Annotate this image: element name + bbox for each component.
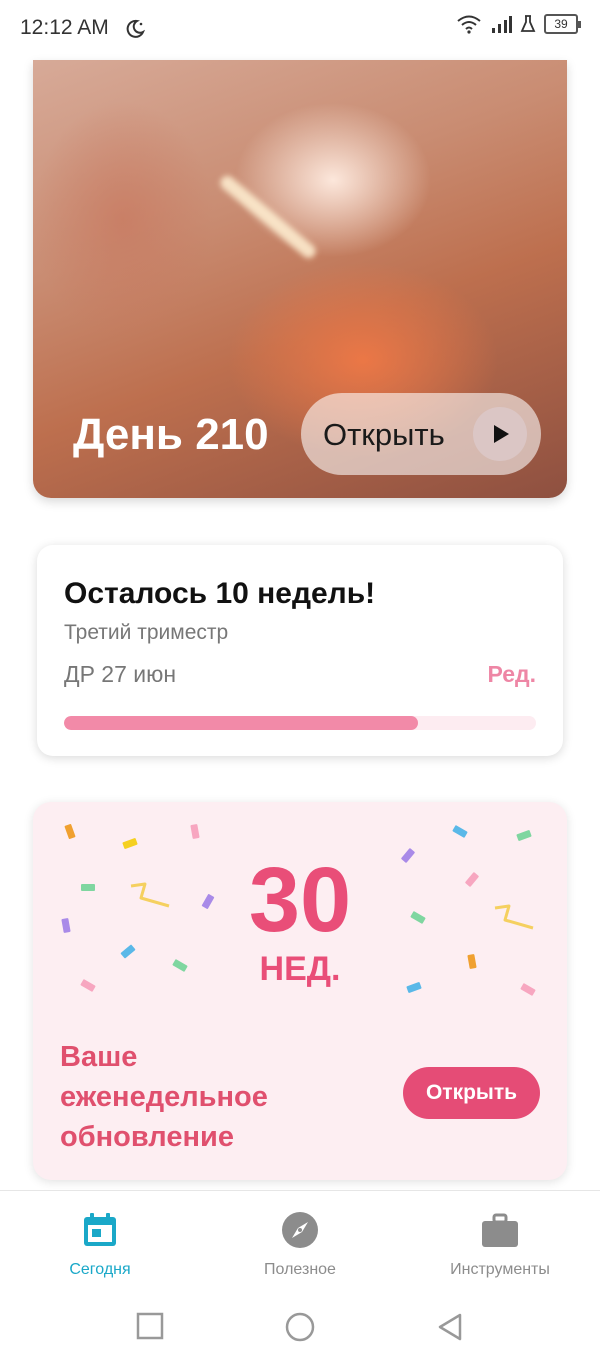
status-time: 12:12 AM (20, 16, 109, 39)
system-navigation-bar (0, 1286, 600, 1366)
hero-open-button[interactable]: Открыть (301, 393, 541, 475)
status-bar: 12:12 AM 39 (0, 0, 600, 60)
nav-useful[interactable]: Полезное (200, 1191, 400, 1287)
confetti-piece (64, 823, 76, 840)
calendar-icon (84, 1213, 116, 1246)
status-icons: 39 (456, 14, 581, 34)
home-button[interactable] (285, 1312, 315, 1342)
week-number: 30 (248, 849, 352, 951)
weekly-update-card[interactable]: 30 НЕД. Ваше еженедельное обновление Отк… (33, 802, 567, 1180)
hero-open-label: Открыть (323, 417, 445, 452)
nav-tools-label: Инструменты (450, 1261, 550, 1278)
lab-flask-icon (520, 15, 536, 32)
back-button[interactable] (436, 1312, 464, 1342)
due-date: ДР 27 июн (64, 661, 177, 687)
pregnancy-progress-bar (64, 716, 536, 730)
battery-indicator: 39 (544, 14, 581, 34)
progress-fill (64, 716, 418, 730)
week-unit: НЕД. (259, 950, 341, 988)
weekly-open-button[interactable]: Открыть (403, 1067, 540, 1119)
bottom-navigation: Сегодня Полезное Инструменты (0, 1190, 600, 1287)
nav-today-label: Сегодня (69, 1261, 131, 1278)
nav-today[interactable]: Сегодня (0, 1191, 200, 1287)
play-icon (473, 407, 527, 461)
hero-image-highlight (217, 173, 319, 261)
pregnancy-countdown-card[interactable]: Осталось 10 недель! Третий триместр ДР 2… (37, 545, 563, 756)
baby-day-card[interactable]: День 210 Открыть (33, 60, 567, 498)
wifi-icon (457, 15, 481, 34)
confetti-piece (516, 829, 532, 842)
day-counter: День 210 (73, 410, 269, 459)
trimester-label: Третий триместр (64, 621, 229, 644)
confetti-piece (190, 823, 200, 840)
do-not-disturb-icon (126, 19, 146, 38)
weekly-update-text: Ваше еженедельное обновление (60, 1041, 268, 1153)
edit-due-date-button[interactable]: Ред. (487, 661, 536, 688)
nav-tools[interactable]: Инструменты (400, 1191, 600, 1287)
weeks-left-title: Осталось 10 недель! (64, 577, 376, 610)
confetti-piece (452, 824, 468, 839)
signal-icon (492, 16, 512, 33)
recent-apps-button[interactable] (136, 1312, 164, 1340)
nav-useful-label: Полезное (264, 1261, 336, 1278)
compass-icon (282, 1212, 318, 1248)
briefcase-icon (482, 1213, 518, 1247)
